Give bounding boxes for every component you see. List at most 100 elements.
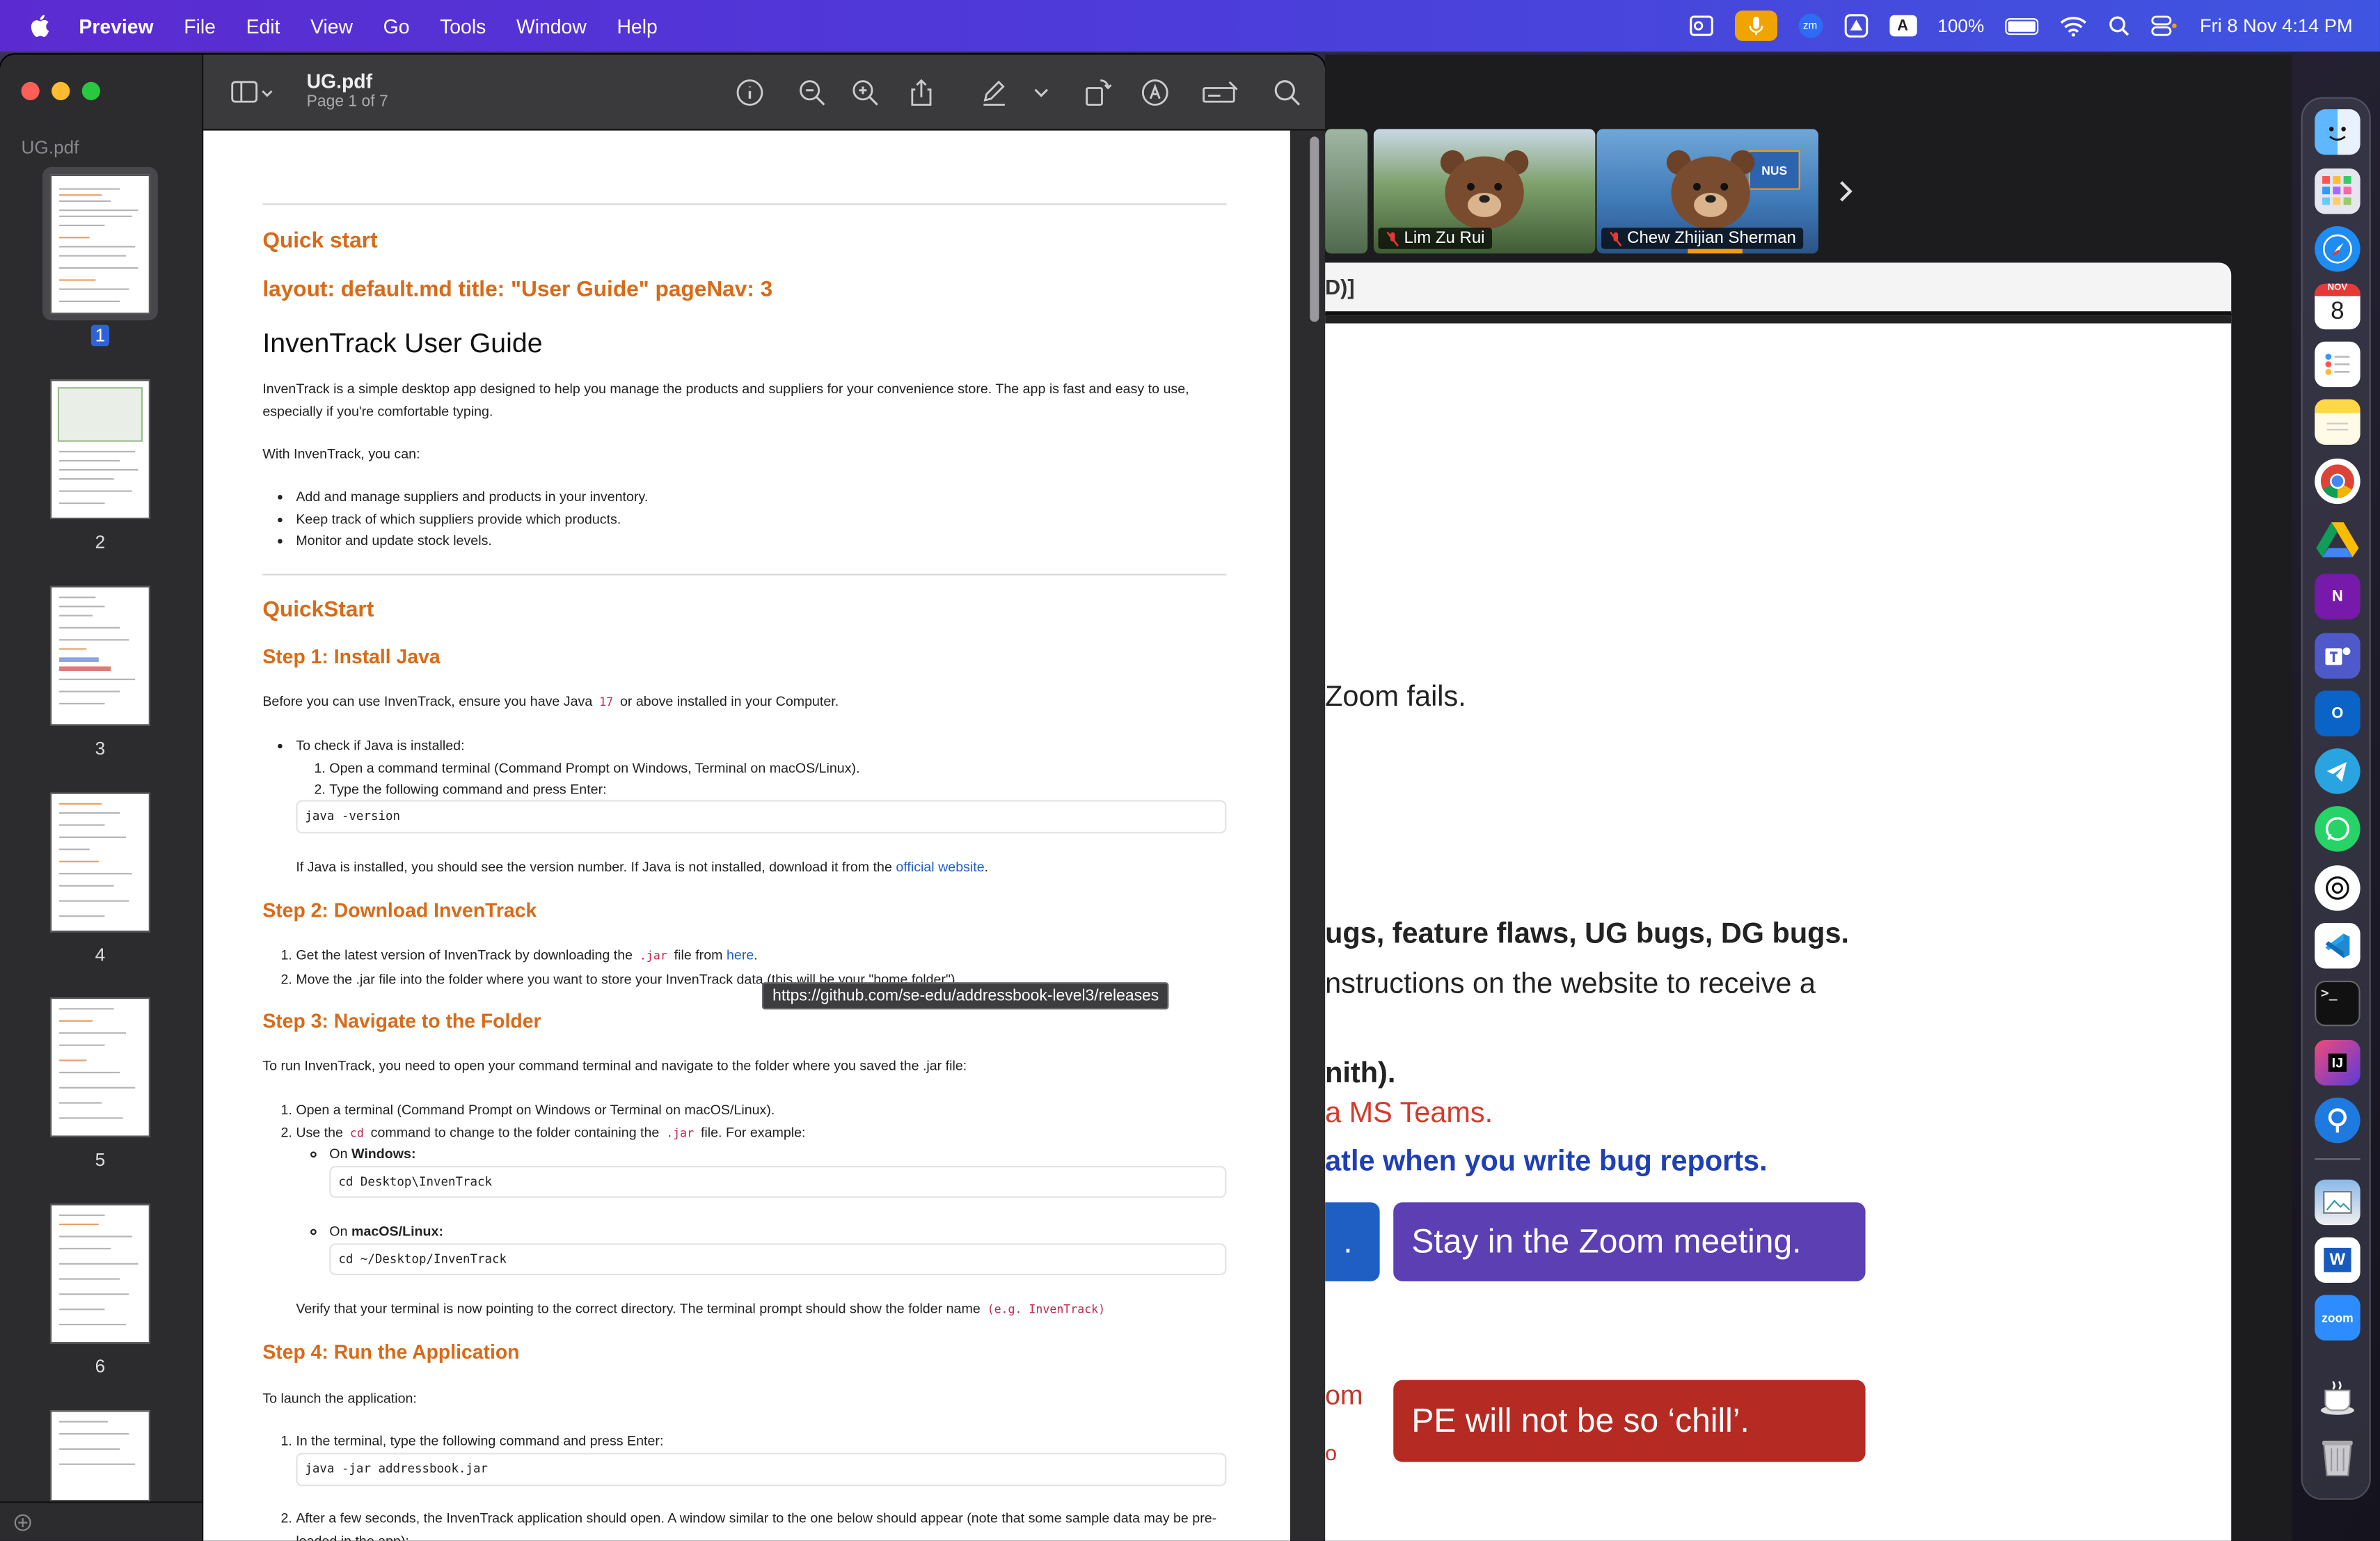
page-thumbnail-2[interactable] [49, 379, 150, 519]
finder-icon[interactable] [2315, 109, 2361, 155]
word-icon[interactable]: W [2315, 1237, 2361, 1283]
page-thumbnail-7[interactable] [49, 1410, 150, 1502]
safari-icon[interactable] [2315, 226, 2361, 272]
list-item: On macOS/Linux: [329, 1221, 1209, 1243]
battery-icon[interactable] [2005, 17, 2039, 35]
code-block-run-jar: java -jar addressbook.jar [296, 1453, 1227, 1487]
add-page-icon[interactable] [14, 1514, 32, 1532]
terminal-icon[interactable]: >_ [2315, 980, 2361, 1027]
zoom-app-icon[interactable]: zoom [2315, 1295, 2361, 1341]
menu-edit[interactable]: Edit [246, 15, 280, 38]
zoom-meeting-window: Lim Zu Rui NUS Chew Zhijian Sherman D)] … [1325, 54, 2292, 1541]
preview-app-icon[interactable] [2315, 1179, 2361, 1226]
amphetamine-icon[interactable] [2315, 1374, 2360, 1419]
zoom-window-button[interactable] [81, 81, 100, 100]
search-icon[interactable] [1272, 77, 1303, 108]
reminders-icon[interactable] [2315, 341, 2361, 388]
step1-paragraph: Before you can use InvenTrack, ensure yo… [262, 690, 1226, 714]
teams-icon[interactable] [2315, 633, 2361, 679]
telegram-icon[interactable] [2315, 748, 2361, 794]
zoom-in-icon[interactable] [850, 77, 880, 108]
page-scrollbar[interactable] [1290, 130, 1326, 1541]
participant-video-tile[interactable]: NUS Chew Zhijian Sherman [1596, 129, 1818, 254]
menubar-status-area: zm A 100% Fri 8 Nov 4:14 PM [1689, 0, 2353, 52]
sidebar-toggle-icon[interactable] [231, 77, 273, 108]
chrome-icon[interactable] [2315, 458, 2361, 505]
dock-divider [2315, 1158, 2361, 1160]
outlook-icon[interactable]: O [2315, 690, 2361, 736]
drive-status-icon[interactable] [1843, 14, 1868, 38]
slide-line: o [1325, 1440, 1338, 1465]
calendar-icon[interactable]: NOV 8 [2315, 283, 2361, 330]
markup-options-chevron-icon[interactable] [1031, 77, 1052, 108]
heading-step-1: Step 1: Install Java [262, 645, 441, 668]
scrollbar-thumb[interactable] [1310, 136, 1319, 322]
feature-list: Add and manage suppliers and products in… [262, 486, 1226, 552]
minimize-window-button[interactable] [51, 81, 70, 100]
official-website-link[interactable]: official website [896, 860, 984, 875]
next-page-chevron-icon[interactable] [1836, 177, 1855, 205]
control-center-icon[interactable] [2151, 15, 2178, 37]
annotate-icon[interactable] [1140, 77, 1171, 108]
whatsapp-icon[interactable] [2315, 806, 2361, 852]
document-main-title: InvenTrack User Guide [262, 328, 543, 358]
list-item: After a few seconds, the InvenTrack appl… [296, 1508, 1226, 1541]
close-window-button[interactable] [21, 81, 40, 100]
sourcetree-icon[interactable] [2315, 1097, 2361, 1144]
zoom-out-icon[interactable] [797, 77, 827, 108]
slide-line: nith). [1325, 1058, 1396, 1091]
list-item: Add and manage suppliers and products in… [296, 486, 1226, 508]
notes-icon[interactable] [2315, 399, 2361, 445]
menu-help[interactable]: Help [617, 15, 657, 38]
form-fill-icon[interactable] [1202, 77, 1241, 108]
menu-app-name[interactable]: Preview [79, 15, 153, 38]
horizontal-rule [262, 574, 1227, 576]
menu-go[interactable]: Go [383, 15, 410, 38]
participant-video-partial[interactable] [1325, 129, 1368, 254]
menu-tools[interactable]: Tools [440, 15, 486, 38]
spotlight-search-icon[interactable] [2109, 15, 2130, 37]
participant-video-tile[interactable]: Lim Zu Rui [1373, 129, 1596, 254]
wifi-icon[interactable] [2060, 15, 2087, 37]
chatgpt-icon[interactable] [2315, 865, 2361, 911]
page-thumbnail-4[interactable] [49, 792, 150, 933]
apple-menu-icon[interactable] [27, 12, 54, 39]
slide-header-text: D)] [1325, 274, 1355, 299]
preview-window: UG.pdf 1 2 3 4 5 6 UG.pdf Page 1 of 7 Qu… [0, 54, 1326, 1541]
menu-view[interactable]: View [310, 15, 353, 38]
run-steps-list: In the terminal, type the following comm… [262, 1430, 1226, 1453]
share-icon[interactable] [906, 77, 937, 108]
google-drive-icon[interactable] [2315, 516, 2360, 562]
slide-line: atle when you write bug reports. [1325, 1146, 1768, 1178]
list-item: On Windows: [329, 1143, 1209, 1165]
link-url-tooltip: https://github.com/se-edu/addressbook-le… [761, 982, 1170, 1010]
vscode-icon[interactable] [2315, 923, 2361, 969]
muted-microphone-icon [1386, 230, 1399, 246]
zoom-status-icon[interactable]: zm [1798, 13, 1823, 38]
trash-icon[interactable] [2315, 1435, 2360, 1480]
markup-pen-icon[interactable] [979, 77, 1010, 108]
microphone-icon[interactable] [1734, 10, 1777, 41]
shared-slide: Zoom fails. ugs, feature flaws, UG bugs,… [1325, 315, 2232, 1541]
here-link[interactable]: here [727, 947, 754, 963]
code-block-windows-cd: cd Desktop\InvenTrack [329, 1166, 1227, 1198]
page-thumbnail-3[interactable] [49, 585, 150, 726]
input-source-icon[interactable]: A [1889, 15, 1917, 37]
menu-file[interactable]: File [184, 15, 216, 38]
page-thumbnail-1[interactable] [49, 174, 150, 315]
outlook-status-icon[interactable] [1689, 14, 1713, 38]
intellij-icon[interactable]: IJ [2315, 1040, 2361, 1086]
thumbnail-label-6: 6 [95, 1355, 106, 1377]
launchpad-icon[interactable] [2315, 168, 2361, 214]
rotate-icon[interactable] [1082, 77, 1113, 108]
menu-window[interactable]: Window [516, 15, 587, 38]
pdf-page[interactable]: Quick start layout: default.md title: "U… [203, 130, 1290, 1541]
page-thumbnail-5[interactable] [49, 997, 150, 1137]
onenote-icon[interactable]: N [2315, 574, 2361, 619]
menubar-clock[interactable]: Fri 8 Nov 4:14 PM [2200, 15, 2353, 37]
muted-microphone-icon [1610, 230, 1622, 246]
info-icon[interactable] [735, 77, 765, 108]
page-thumbnail-6[interactable] [49, 1203, 150, 1344]
slide-callout-stay: Stay in the Zoom meeting. [1393, 1202, 1866, 1281]
verify-paragraph: Verify that your terminal is now pointin… [296, 1298, 1226, 1322]
